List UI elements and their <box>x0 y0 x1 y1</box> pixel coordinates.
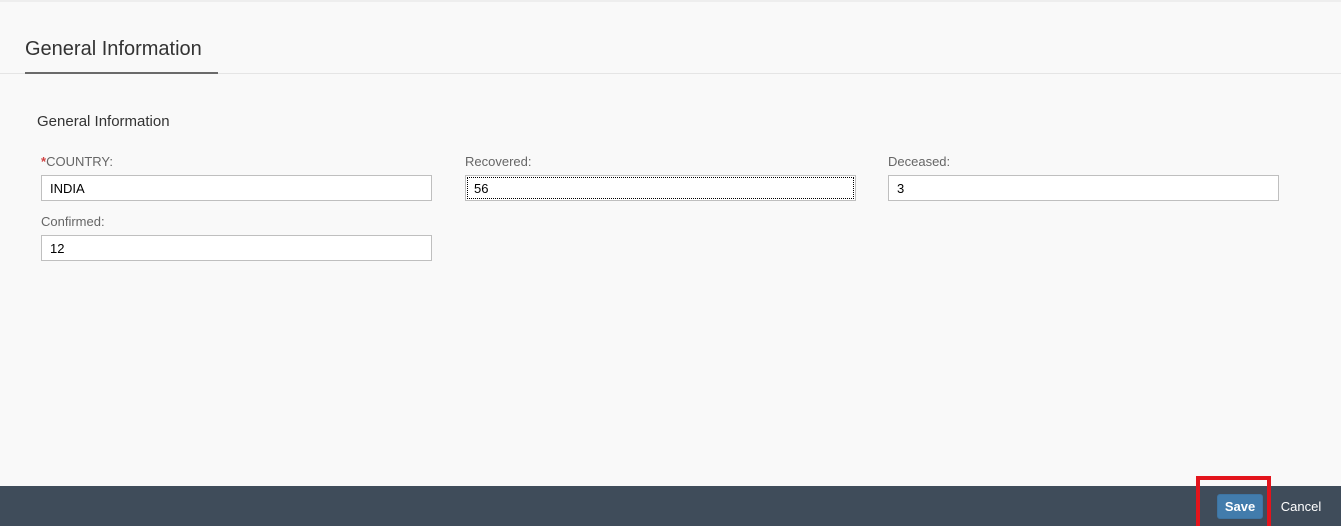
recovered-field: Recovered: <box>465 153 856 201</box>
confirmed-field: Confirmed: <box>41 213 432 261</box>
object-header: General Information <box>0 2 1341 74</box>
deceased-input[interactable] <box>888 175 1279 201</box>
deceased-field: Deceased: <box>888 153 1279 201</box>
recovered-input[interactable] <box>465 175 856 201</box>
country-field: *COUNTRY: <box>41 153 432 201</box>
confirmed-input[interactable] <box>41 235 432 261</box>
section-title: General Information <box>37 113 170 130</box>
country-label: *COUNTRY: <box>41 153 432 171</box>
confirmed-label: Confirmed: <box>41 214 105 229</box>
tab-general-information[interactable]: General Information <box>25 36 202 62</box>
save-button[interactable]: Save <box>1217 494 1263 519</box>
tab-selected-indicator <box>25 72 218 74</box>
cancel-button[interactable]: Cancel <box>1272 494 1330 519</box>
country-input[interactable] <box>41 175 432 201</box>
form-page: General Information General Information … <box>0 0 1341 526</box>
deceased-label: Deceased: <box>888 154 951 169</box>
country-label-text: COUNTRY: <box>46 154 113 169</box>
footer-toolbar: Save Cancel <box>0 486 1341 526</box>
recovered-label: Recovered: <box>465 154 532 169</box>
